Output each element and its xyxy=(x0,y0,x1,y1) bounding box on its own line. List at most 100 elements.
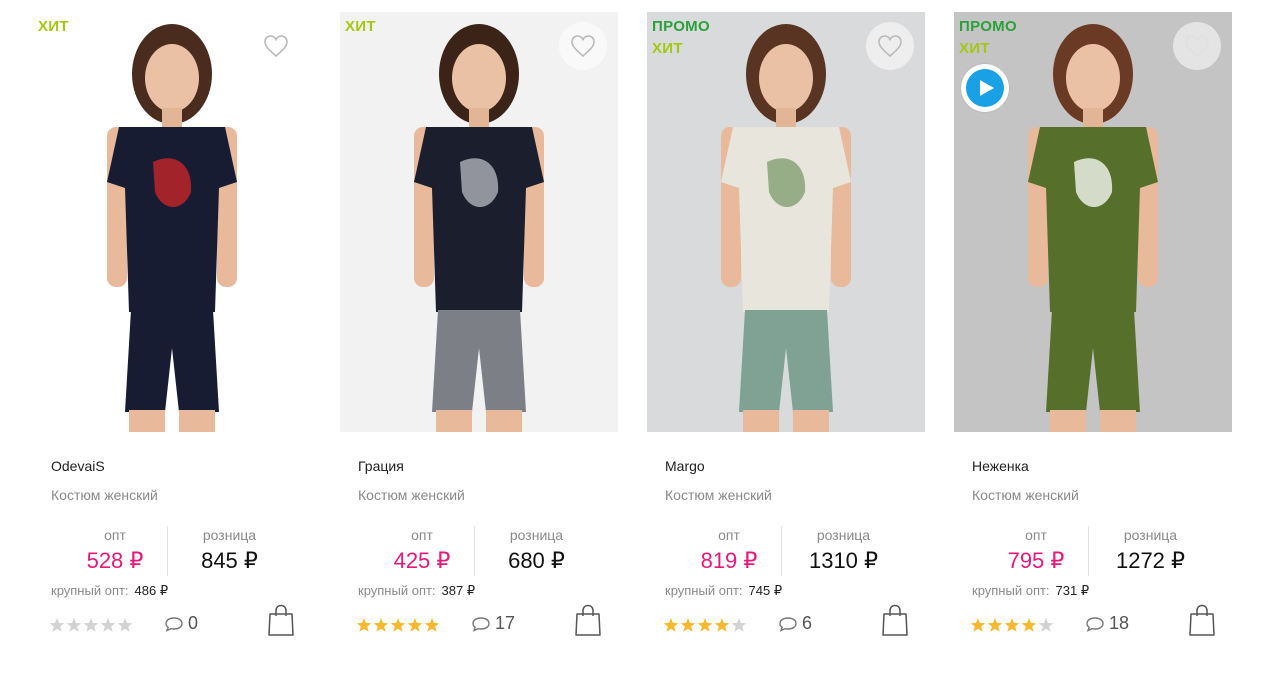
opt-price-col: опт 795 ₽ xyxy=(992,526,1080,576)
product-photo[interactable] xyxy=(647,12,925,432)
neck-shape xyxy=(162,108,182,128)
star-icon xyxy=(424,618,440,632)
bulk-label: крупный опт: xyxy=(665,583,743,598)
product-card[interactable]: ХИТ OdevaiS Костюм женский опт 528 ₽ роз… xyxy=(32,0,312,681)
retail-label: розница xyxy=(509,527,564,543)
retail-price: 845 ₽ xyxy=(201,548,258,573)
star-icon xyxy=(83,618,99,632)
product-subtitle[interactable]: Костюм женский xyxy=(665,487,772,503)
badge-list: ПРОМО ХИТ xyxy=(959,18,1017,57)
bulk-price: 486 ₽ xyxy=(134,583,169,598)
bulk-price: 731 ₽ xyxy=(1055,583,1090,598)
opt-label: опт xyxy=(411,527,433,543)
retail-price: 680 ₽ xyxy=(508,548,565,573)
face-shape xyxy=(759,44,813,112)
hit-badge: ХИТ xyxy=(959,40,990,57)
retail-price-col: розница 1272 ₽ xyxy=(1088,526,1212,576)
favorite-button[interactable] xyxy=(559,22,607,70)
product-brand[interactable]: OdevaiS xyxy=(51,458,105,474)
add-to-cart-button[interactable] xyxy=(1187,603,1217,637)
product-subtitle[interactable]: Костюм женский xyxy=(358,487,465,503)
rating-stars[interactable] xyxy=(663,617,747,635)
right-leg xyxy=(793,410,829,432)
speech-bubble-icon xyxy=(165,616,183,632)
rating-stars[interactable] xyxy=(970,617,1054,635)
speech-bubble-icon xyxy=(779,616,797,632)
rating-stars[interactable] xyxy=(49,617,133,635)
comments-link[interactable]: 0 xyxy=(164,613,198,634)
shopping-bag-icon xyxy=(882,604,908,636)
speech-bubble-icon xyxy=(1086,616,1104,632)
star-icon xyxy=(407,618,423,632)
product-photo[interactable] xyxy=(33,12,311,432)
bulk-label: крупный опт: xyxy=(51,583,129,598)
video-circle xyxy=(966,69,1004,107)
retail-label: розница xyxy=(1123,527,1178,543)
product-card[interactable]: ПРОМО ХИТ Margo Костюм женский опт 819 ₽ … xyxy=(646,0,926,681)
badge-list: ХИТ xyxy=(345,18,376,35)
neck-shape xyxy=(469,108,489,128)
price-block: опт 425 ₽ розница 680 ₽ xyxy=(358,526,598,576)
heart-outline-icon xyxy=(571,35,595,58)
product-brand[interactable]: Неженка xyxy=(972,458,1029,474)
star-icon xyxy=(970,618,986,632)
opt-price-col: опт 425 ₽ xyxy=(378,526,466,576)
comments-count: 6 xyxy=(802,613,813,633)
star-icon xyxy=(731,618,747,632)
opt-label: опт xyxy=(1025,527,1047,543)
bulk-price: 387 ₽ xyxy=(441,583,476,598)
neck-shape xyxy=(776,108,796,128)
speech-bubble-icon xyxy=(472,616,490,632)
price-block: опт 528 ₽ розница 845 ₽ xyxy=(51,526,291,576)
comments-link[interactable]: 18 xyxy=(1085,613,1129,634)
product-card[interactable]: ПРОМО ХИТ Неженка Костюм женский опт 795 … xyxy=(953,0,1233,681)
rating-stars[interactable] xyxy=(356,617,440,635)
product-subtitle[interactable]: Костюм женский xyxy=(51,487,158,503)
product-photo[interactable] xyxy=(340,12,618,432)
shopping-bag-icon xyxy=(1189,604,1215,636)
retail-price-col: розница 680 ₽ xyxy=(474,526,598,576)
star-icon xyxy=(1004,618,1020,632)
bulk-price-row: крупный опт: 486 ₽ xyxy=(51,583,168,599)
add-to-cart-button[interactable] xyxy=(880,603,910,637)
product-card[interactable]: ХИТ Грация Костюм женский опт 425 ₽ розн… xyxy=(339,0,619,681)
left-leg xyxy=(436,410,472,432)
retail-price: 1310 ₽ xyxy=(808,548,879,573)
retail-price: 1272 ₽ xyxy=(1115,548,1186,573)
opt-price: 528 ₽ xyxy=(86,548,144,573)
star-icon xyxy=(100,618,116,632)
promo-badge: ПРОМО xyxy=(652,18,710,35)
face-shape xyxy=(452,44,506,112)
product-brand[interactable]: Грация xyxy=(358,458,404,474)
product-brand[interactable]: Margo xyxy=(665,458,705,474)
favorite-button[interactable] xyxy=(252,22,300,70)
right-leg xyxy=(1100,410,1136,432)
star-icon xyxy=(987,618,1003,632)
favorite-button[interactable] xyxy=(1173,22,1221,70)
shopping-bag-icon xyxy=(575,604,601,636)
retail-label: розница xyxy=(202,527,257,543)
opt-price: 819 ₽ xyxy=(700,548,758,573)
favorite-button[interactable] xyxy=(866,22,914,70)
face-shape xyxy=(145,44,199,112)
comments-link[interactable]: 17 xyxy=(471,613,515,634)
product-grid: ХИТ OdevaiS Костюм женский опт 528 ₽ роз… xyxy=(0,0,1280,681)
add-to-cart-button[interactable] xyxy=(266,603,296,637)
add-to-cart-button[interactable] xyxy=(573,603,603,637)
opt-label: опт xyxy=(718,527,740,543)
star-icon xyxy=(49,618,65,632)
right-leg xyxy=(486,410,522,432)
star-icon xyxy=(390,618,406,632)
comments-count: 18 xyxy=(1109,613,1130,633)
play-icon xyxy=(979,80,994,96)
video-play-button[interactable] xyxy=(961,64,1009,112)
star-icon xyxy=(66,618,82,632)
badge-list: ПРОМО ХИТ xyxy=(652,18,710,57)
star-icon xyxy=(680,618,696,632)
price-block: опт 819 ₽ розница 1310 ₽ xyxy=(665,526,905,576)
product-subtitle[interactable]: Костюм женский xyxy=(972,487,1079,503)
promo-badge: ПРОМО xyxy=(959,18,1017,35)
opt-price: 425 ₽ xyxy=(393,548,451,573)
comments-link[interactable]: 6 xyxy=(778,613,812,634)
left-leg xyxy=(743,410,779,432)
